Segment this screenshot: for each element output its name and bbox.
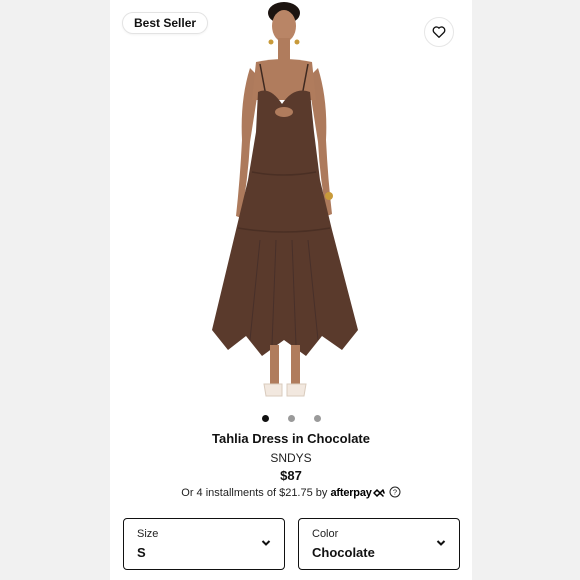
color-select[interactable]: Color Chocolate	[298, 518, 460, 570]
product-brand[interactable]: SNDYS	[110, 451, 472, 465]
image-dot-2[interactable]	[287, 415, 295, 422]
color-label: Color	[312, 528, 339, 540]
left-margin	[0, 0, 110, 580]
question-circle-icon[interactable]: ?	[389, 486, 401, 498]
installments-prefix: Or 4 installments of $21.75 by	[181, 487, 328, 499]
chevron-down-icon	[261, 540, 271, 546]
model-head	[272, 10, 296, 42]
afterpay-label[interactable]: afterpay	[330, 487, 371, 499]
product-title: Tahlia Dress in Chocolate	[212, 431, 370, 446]
installments-text: Or 4 installments of $21.75 by afterpay …	[110, 486, 472, 499]
size-value: S	[137, 545, 146, 560]
product-price: $87	[280, 468, 302, 483]
product-card: Best Seller Tahlia Dress in Chocolate SN…	[110, 0, 472, 580]
image-dot-1[interactable]	[261, 415, 269, 422]
right-margin	[472, 0, 580, 580]
afterpay-logo-icon	[372, 488, 385, 498]
wishlist-button[interactable]	[424, 17, 454, 47]
heart-icon	[432, 26, 446, 38]
size-select[interactable]: Size S	[123, 518, 285, 570]
dress-skirt	[212, 132, 358, 356]
chevron-down-icon	[436, 540, 446, 546]
color-value: Chocolate	[312, 545, 375, 560]
product-photo[interactable]	[110, 0, 472, 410]
size-label: Size	[137, 528, 159, 540]
image-pagination	[110, 415, 472, 422]
image-dot-3[interactable]	[313, 415, 321, 422]
svg-text:?: ?	[393, 488, 397, 497]
best-seller-badge: Best Seller	[122, 12, 209, 34]
